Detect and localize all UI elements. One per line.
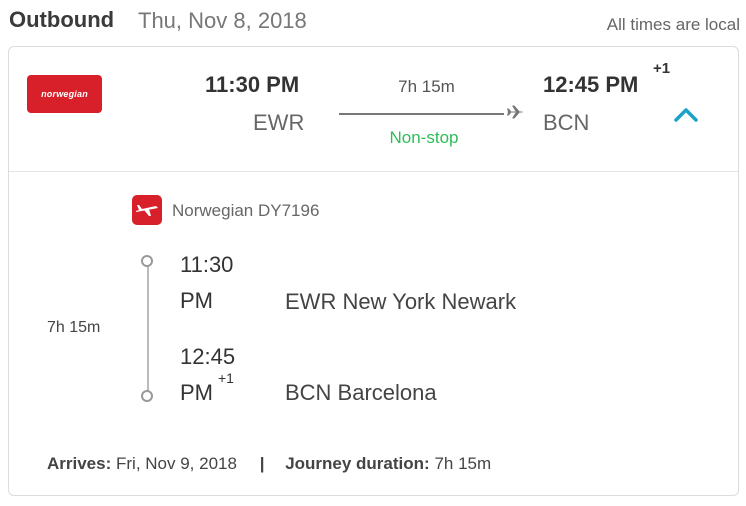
arrival-time: 12:45 PM xyxy=(543,72,639,97)
journey-duration-label: Journey duration: xyxy=(285,454,430,473)
departure-time: 11:30 PM xyxy=(205,72,300,97)
airline-icon xyxy=(132,195,162,225)
arrival-day-offset: +1 xyxy=(653,60,671,77)
departure-code: EWR xyxy=(253,110,305,135)
footer-separator: | xyxy=(259,454,265,473)
flight-summary[interactable]: norwegian 11:30 PM EWR 7h 15m Non-stop 1… xyxy=(9,47,738,171)
detail-arrival-airport: BCN Barcelona xyxy=(285,380,437,405)
arrives-label: Arrives: xyxy=(47,454,112,473)
timeline-line xyxy=(147,266,149,398)
airline-logo-text: norwegian xyxy=(41,89,88,99)
segment-duration: 7h 15m xyxy=(47,319,101,336)
times-local-note: All times are local xyxy=(606,15,740,34)
departure-dot xyxy=(141,255,153,267)
detail-departure-time: 11:30 PM xyxy=(180,252,234,313)
airline-flight-number: Norwegian DY7196 xyxy=(172,201,320,220)
outbound-header: Outbound Thu, Nov 8, 2018 All times are … xyxy=(9,5,741,35)
section-title: Outbound xyxy=(9,7,115,32)
arrives-value: Fri, Nov 9, 2018 xyxy=(116,454,237,473)
detail-departure-airport: EWR New York Newark xyxy=(285,289,517,314)
journey-duration-value: 7h 15m xyxy=(434,454,492,473)
stops-label: Non-stop xyxy=(389,128,459,147)
arrival-code: BCN xyxy=(543,110,590,135)
card-divider xyxy=(9,171,738,172)
outbound-date: Thu, Nov 8, 2018 xyxy=(138,8,307,33)
airline-logo: norwegian xyxy=(27,75,102,113)
flight-duration: 7h 15m xyxy=(398,77,455,96)
chevron-up-icon[interactable] xyxy=(673,105,699,123)
detail-arrival-day-offset: +1 xyxy=(218,370,234,386)
arrival-dot xyxy=(141,390,153,402)
journey-footer: Arrives: Fri, Nov 9, 2018 | Journey dura… xyxy=(47,454,491,474)
route-line xyxy=(339,113,504,115)
flight-card: norwegian 11:30 PM EWR 7h 15m Non-stop 1… xyxy=(8,46,739,496)
plane-icon xyxy=(136,205,158,216)
plane-icon xyxy=(507,105,523,119)
